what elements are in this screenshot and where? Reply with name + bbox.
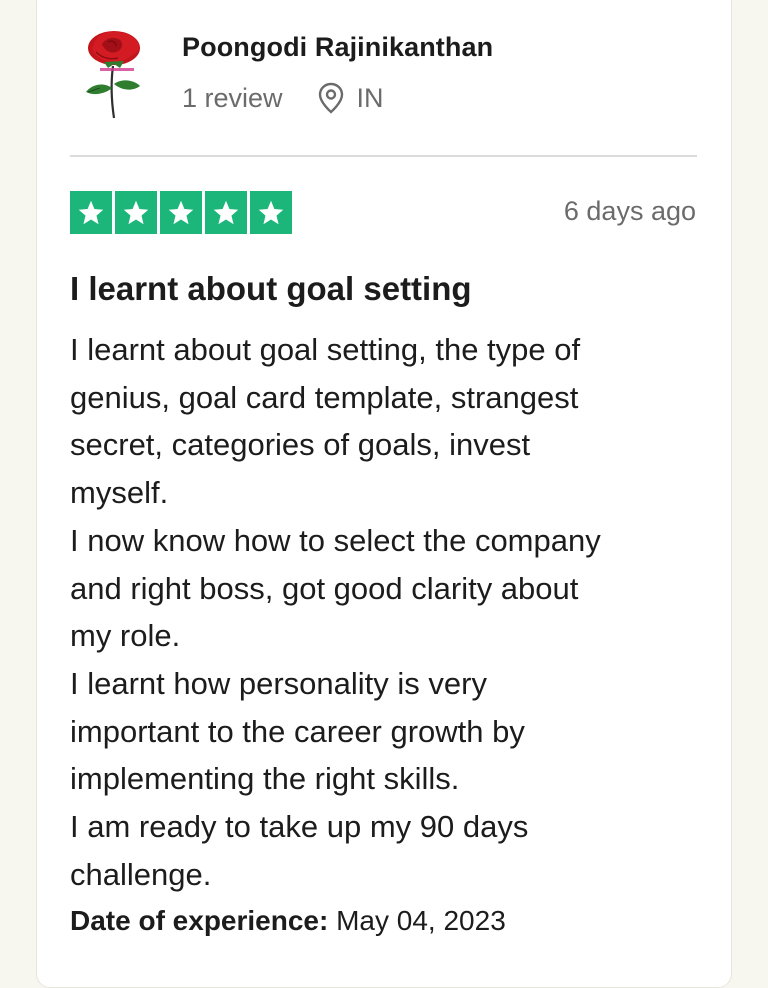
star-icon [250, 191, 292, 234]
review-body-line: I am ready to take up my 90 days [70, 809, 529, 845]
review-body-line: genius, goal card template, strangest [70, 379, 579, 415]
review-body-line: important to the career growth by [70, 713, 525, 749]
review-body-line: challenge. [70, 856, 212, 892]
review-count: 1 review [182, 82, 283, 113]
experience-label: Date of experience: [70, 905, 329, 936]
review-date: 6 days ago [563, 196, 696, 226]
review-body-line: secret, categories of goals, invest [70, 427, 531, 463]
star-icon [70, 191, 112, 234]
experience-date: May 04, 2023 [336, 905, 506, 936]
date-of-experience: Date of experience: May 04, 2023 [70, 905, 506, 937]
review-body-line: I now know how to select the company [70, 522, 601, 558]
star-icon [115, 191, 157, 234]
review-title[interactable]: I learnt about goal setting [70, 270, 472, 308]
review-body-line: and right boss, got good clarity about [70, 570, 579, 606]
reviewer-country: IN [356, 82, 384, 113]
reviewer-name[interactable]: Poongodi Rajinikanthan [182, 32, 493, 63]
review-body-line: myself. [70, 475, 169, 511]
divider [70, 155, 697, 157]
rose-logo-icon[interactable] [78, 26, 150, 122]
review-body-line: implementing the right skills. [70, 761, 460, 797]
star-icon [160, 191, 202, 234]
review-body-line: I learnt about goal setting, the type of [70, 332, 581, 367]
reviewer-meta: 1 review IN [182, 80, 384, 116]
location-pin-icon [317, 82, 345, 114]
review-body-line: I learnt how personality is very [70, 665, 487, 701]
review-body: I learnt about goal setting, the type of… [70, 326, 710, 898]
review-body-line: my role. [70, 618, 181, 654]
star-rating [70, 191, 292, 234]
star-icon [205, 191, 247, 234]
